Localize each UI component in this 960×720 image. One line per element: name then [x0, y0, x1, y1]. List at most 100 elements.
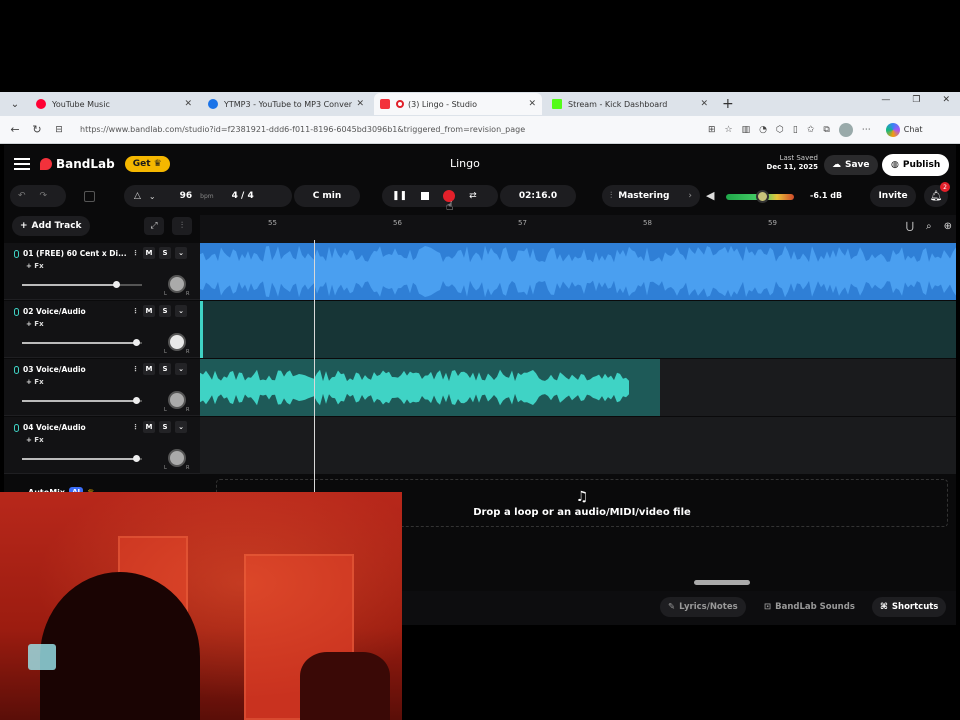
- pan-knob[interactable]: [168, 391, 186, 409]
- time-signature[interactable]: 4 / 4: [232, 191, 254, 201]
- tab-ytmp3[interactable]: YTMP3 - YouTube to MP3 Convert ✕: [202, 93, 370, 115]
- zoom-out-icon[interactable]: ⌕: [926, 221, 932, 232]
- metronome-icon[interactable]: △: [134, 191, 141, 201]
- favorites-icon[interactable]: ✩: [807, 125, 815, 135]
- automation-button[interactable]: ⤢: [144, 217, 164, 235]
- close-tab-icon[interactable]: ✕: [528, 99, 536, 109]
- minimize-icon[interactable]: —: [881, 95, 890, 105]
- chevron-down-icon[interactable]: ⌄: [175, 305, 187, 317]
- tab-list-icon[interactable]: ⌄: [4, 95, 26, 113]
- timeline-ruler[interactable]: 55 56 57 58 59 ⋃ ⌕ ⊕: [200, 215, 956, 243]
- bandlab-logo[interactable]: BandLab: [40, 157, 115, 171]
- solo-button[interactable]: S: [159, 421, 171, 433]
- more-menu-icon[interactable]: ⋯: [862, 125, 871, 135]
- track-2[interactable]: 02 Voice/Audio + Fx ⋮ M S ⌄ L R: [4, 301, 200, 358]
- menu-icon[interactable]: [14, 158, 30, 170]
- track-menu-icon[interactable]: ⋮: [132, 249, 139, 257]
- invite-button[interactable]: Invite: [870, 185, 916, 207]
- add-fx-button[interactable]: + Fx: [26, 378, 44, 386]
- publish-button[interactable]: ◍ Publish: [882, 154, 950, 176]
- volume-slider[interactable]: [22, 455, 142, 462]
- lyrics-notes-button[interactable]: ✎ Lyrics/Notes: [660, 597, 746, 617]
- mixer-button[interactable]: ⫶: [172, 217, 192, 235]
- volume-handle[interactable]: [133, 397, 140, 404]
- track-name[interactable]: 02 Voice/Audio: [14, 307, 86, 316]
- close-tab-icon[interactable]: ✕: [700, 99, 708, 109]
- track-3-clip[interactable]: [200, 359, 660, 416]
- speaker-icon[interactable]: ◀: [706, 189, 714, 202]
- solo-button[interactable]: S: [159, 363, 171, 375]
- chevron-down-icon[interactable]: ⌄: [175, 247, 187, 259]
- immersive-reader-icon[interactable]: ▥: [742, 125, 751, 135]
- pan-knob[interactable]: [168, 449, 186, 467]
- favorite-star-icon[interactable]: ☆: [725, 125, 733, 135]
- zoom-in-icon[interactable]: ⊕: [944, 221, 952, 232]
- shortcuts-button[interactable]: ⌘ Shortcuts: [872, 597, 947, 617]
- grid-icon[interactable]: [84, 191, 95, 202]
- mute-button[interactable]: M: [143, 305, 155, 317]
- mute-button[interactable]: M: [143, 421, 155, 433]
- track-menu-icon[interactable]: ⋮: [132, 307, 139, 315]
- close-tab-icon[interactable]: ✕: [356, 99, 364, 109]
- track-3[interactable]: 03 Voice/Audio + Fx ⋮ M S ⌄ L R: [4, 359, 200, 416]
- refresh-icon[interactable]: ↻: [28, 123, 46, 136]
- track-1[interactable]: 01 (FREE) 60 Cent x Di... + Fx ⋮ M S ⌄ L R: [4, 243, 200, 300]
- chevron-down-icon[interactable]: ⌄: [175, 363, 187, 375]
- redo-icon[interactable]: ↷: [40, 191, 48, 201]
- mute-button[interactable]: M: [143, 363, 155, 375]
- pan-knob[interactable]: [168, 333, 186, 351]
- track-4[interactable]: 04 Voice/Audio + Fx ⋮ M S ⌄ L R: [4, 417, 200, 474]
- horizontal-scrollbar[interactable]: [694, 580, 750, 585]
- stop-icon[interactable]: [421, 192, 430, 200]
- solo-button[interactable]: S: [159, 247, 171, 259]
- pause-icon[interactable]: ❚❚: [392, 191, 407, 201]
- track-menu-icon[interactable]: ⋮: [132, 365, 139, 373]
- reader-icon[interactable]: ⊞: [708, 125, 716, 135]
- maximize-icon[interactable]: ❐: [912, 95, 920, 105]
- volume-handle[interactable]: [112, 281, 120, 288]
- undo-icon[interactable]: ↶: [18, 191, 26, 201]
- add-fx-button[interactable]: + Fx: [26, 262, 44, 270]
- back-icon[interactable]: ←: [6, 123, 24, 136]
- notifications-button[interactable]: 🔔︎ 2: [924, 182, 950, 207]
- collections-icon[interactable]: ⧉: [823, 125, 829, 135]
- close-window-icon[interactable]: ✕: [942, 95, 950, 105]
- volume-slider[interactable]: [22, 339, 142, 346]
- extension-icon[interactable]: ⬡: [776, 125, 784, 135]
- volume-handle[interactable]: [133, 339, 140, 346]
- track-name[interactable]: 04 Voice/Audio: [14, 423, 86, 432]
- volume-slider[interactable]: [22, 397, 142, 404]
- tab-youtube-music[interactable]: YouTube Music ✕: [30, 93, 198, 115]
- add-track-button[interactable]: + Add Track: [12, 216, 90, 236]
- volume-handle[interactable]: [133, 455, 140, 462]
- get-membership-button[interactable]: Get ♛: [124, 156, 170, 172]
- solo-button[interactable]: S: [159, 305, 171, 317]
- track-name[interactable]: 01 (FREE) 60 Cent x Di...: [14, 249, 127, 258]
- track-2-clip-start[interactable]: [200, 301, 203, 358]
- playhead[interactable]: [314, 240, 315, 494]
- url-field[interactable]: https://www.bandlab.com/studio?id=f23819…: [80, 125, 700, 134]
- tempo-value[interactable]: 96: [180, 191, 193, 201]
- metronome-dropdown-icon[interactable]: ⌄: [149, 192, 156, 201]
- bandlab-sounds-button[interactable]: ⊡ BandLab Sounds: [756, 597, 863, 617]
- master-volume-knob[interactable]: [756, 190, 769, 203]
- copilot-chat-button[interactable]: Chat: [885, 122, 923, 137]
- loop-icon[interactable]: ⇄: [469, 191, 477, 201]
- add-fx-button[interactable]: + Fx: [26, 436, 44, 444]
- add-fx-button[interactable]: + Fx: [26, 320, 44, 328]
- tab-kick-dashboard[interactable]: Stream - Kick Dashboard ✕: [546, 93, 714, 115]
- magnet-icon[interactable]: ⋃: [906, 221, 914, 232]
- key-selector[interactable]: C min: [294, 185, 360, 207]
- new-tab-icon[interactable]: +: [722, 96, 734, 112]
- mute-button[interactable]: M: [143, 247, 155, 259]
- site-info-icon[interactable]: ⊟: [50, 125, 68, 135]
- mastering-button[interactable]: ⫶ Mastering ›: [602, 185, 700, 207]
- project-title[interactable]: Lingo: [450, 157, 480, 170]
- pan-knob[interactable]: [168, 275, 186, 293]
- tab-lingo-studio[interactable]: (3) Lingo - Studio ✕: [374, 93, 542, 115]
- split-screen-icon[interactable]: ▯: [793, 125, 798, 135]
- chevron-down-icon[interactable]: ⌄: [175, 421, 187, 433]
- track-name[interactable]: 03 Voice/Audio: [14, 365, 86, 374]
- notifications-bell-icon[interactable]: ◔: [759, 125, 767, 135]
- save-button[interactable]: ☁ Save: [824, 155, 878, 175]
